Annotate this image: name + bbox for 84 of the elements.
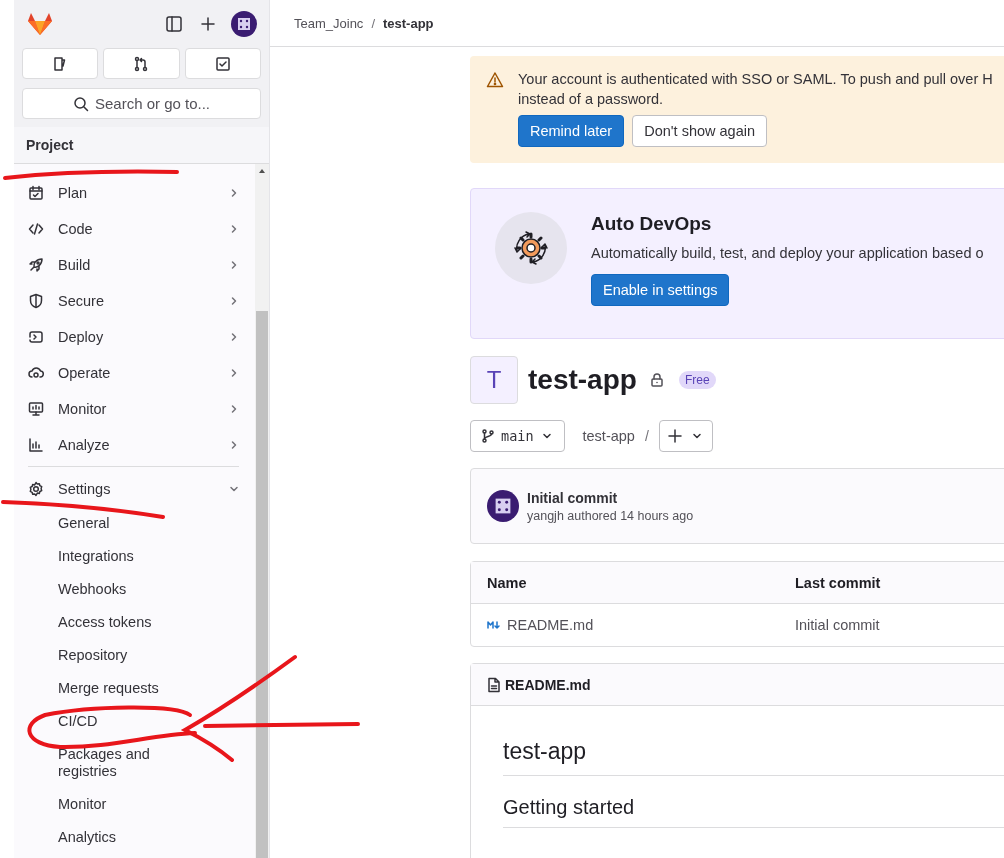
nav-item[interactable]: Monitor bbox=[28, 391, 239, 427]
submenu-item[interactable]: Integrations bbox=[28, 540, 168, 573]
column-header: Name bbox=[487, 574, 528, 591]
section-heading: Project bbox=[14, 127, 269, 164]
submenu-item[interactable]: Packages and registries bbox=[28, 738, 168, 788]
chevron-right-icon bbox=[229, 404, 239, 414]
nav-item[interactable]: Secure bbox=[28, 283, 239, 319]
branch-icon bbox=[481, 429, 495, 443]
enable-button[interactable]: Enable in settings bbox=[591, 274, 730, 306]
calendar-icon bbox=[28, 185, 44, 201]
scrollbar-thumb[interactable] bbox=[256, 311, 268, 858]
project-avatar: T bbox=[470, 356, 518, 404]
checkbox-icon bbox=[214, 55, 231, 72]
bar-chart-icon bbox=[28, 437, 44, 453]
chevron-right-icon bbox=[229, 296, 239, 306]
breadcrumb-separator: / bbox=[371, 15, 375, 31]
submenu-item[interactable]: Webhooks bbox=[28, 573, 168, 606]
readme-heading: Getting started bbox=[503, 776, 1004, 828]
nav-item[interactable]: Operate bbox=[28, 355, 239, 391]
path-separator: / bbox=[644, 428, 649, 444]
markdown-icon bbox=[487, 620, 501, 630]
search-icon bbox=[72, 95, 89, 112]
promo-title: Auto DevOps bbox=[591, 213, 713, 235]
breadcrumb-link[interactable]: test-app bbox=[383, 15, 434, 31]
chevron-right-icon bbox=[229, 224, 239, 234]
merge-requests-button[interactable] bbox=[103, 48, 180, 79]
promo-text: Automatically build, test, and deploy your application based o bbox=[591, 245, 984, 261]
path-text: test-app bbox=[582, 428, 635, 444]
dismiss-button[interactable]: Don't show again bbox=[632, 115, 767, 147]
settings-icon bbox=[28, 481, 44, 497]
file-icon bbox=[487, 676, 501, 693]
code-icon bbox=[28, 221, 44, 237]
nav-item[interactable]: Build bbox=[28, 247, 239, 283]
project-title: test-app bbox=[528, 364, 637, 396]
avatar-icon[interactable] bbox=[487, 490, 519, 522]
merge-icon bbox=[133, 55, 150, 72]
chevron-right-icon bbox=[229, 188, 239, 198]
deploy-icon bbox=[28, 329, 44, 345]
plus-icon bbox=[667, 429, 682, 443]
submenu-item[interactable]: Merge requests bbox=[28, 672, 168, 705]
issues-button[interactable] bbox=[22, 48, 99, 79]
avatar-icon[interactable] bbox=[231, 11, 257, 37]
submenu-item[interactable]: Access tokens bbox=[28, 606, 168, 639]
remind-button[interactable]: Remind later bbox=[518, 115, 625, 147]
add-dropdown[interactable] bbox=[658, 420, 713, 452]
nav-item[interactable]: Analyze bbox=[28, 427, 239, 463]
chevron-right-icon bbox=[229, 260, 239, 270]
plan-badge: Free bbox=[678, 371, 716, 389]
lock-icon bbox=[648, 372, 665, 388]
search-field[interactable]: Search or go to... bbox=[22, 88, 261, 119]
fox-logo-icon[interactable] bbox=[26, 11, 54, 37]
submenu-item[interactable]: Monitor bbox=[28, 788, 168, 821]
warning-icon bbox=[486, 71, 504, 89]
commit-meta: yangjh authored 14 hours ago bbox=[527, 508, 694, 523]
alert-text: instead of a password. bbox=[518, 90, 665, 109]
chevron-down-icon bbox=[229, 484, 239, 494]
todo-button[interactable] bbox=[184, 48, 261, 79]
shield-icon bbox=[28, 293, 44, 309]
rocket-icon bbox=[28, 257, 44, 273]
nav-item[interactable]: Plan bbox=[28, 175, 239, 211]
sidebar-toggle-icon[interactable] bbox=[165, 15, 183, 33]
submenu-item[interactable]: Analytics bbox=[28, 821, 168, 854]
chevron-right-icon bbox=[229, 368, 239, 378]
plus-icon[interactable] bbox=[199, 15, 217, 33]
submenu-item[interactable]: Repository bbox=[28, 639, 168, 672]
nav-item[interactable]: Code bbox=[28, 211, 239, 247]
monitor-icon bbox=[28, 401, 44, 417]
column-header: Last commit bbox=[795, 574, 882, 591]
nav-item[interactable]: Settings bbox=[28, 471, 239, 507]
submenu-item[interactable]: General bbox=[28, 507, 168, 540]
breadcrumb-link[interactable]: Team_Joinc bbox=[294, 15, 364, 31]
chevron-right-icon bbox=[229, 332, 239, 342]
nav-item[interactable]: Deploy bbox=[28, 319, 239, 355]
branch-dropdown[interactable]: main bbox=[470, 420, 565, 452]
cloud-gear-icon bbox=[28, 365, 44, 381]
readme-filename: README.md bbox=[505, 676, 591, 693]
readme-heading: test-app bbox=[503, 726, 1004, 776]
submenu-item[interactable]: CI/CD bbox=[28, 705, 168, 738]
alert-text: Your account is authenticated with SSO or SAML. To push and pull over H bbox=[518, 70, 993, 89]
gear-cycle-icon bbox=[495, 212, 567, 284]
commit-link[interactable]: Initial commit bbox=[795, 617, 1004, 633]
chevron-right-icon bbox=[229, 440, 239, 450]
commit-title[interactable]: Initial commit bbox=[527, 489, 694, 506]
file-link[interactable]: README.md bbox=[507, 617, 594, 633]
